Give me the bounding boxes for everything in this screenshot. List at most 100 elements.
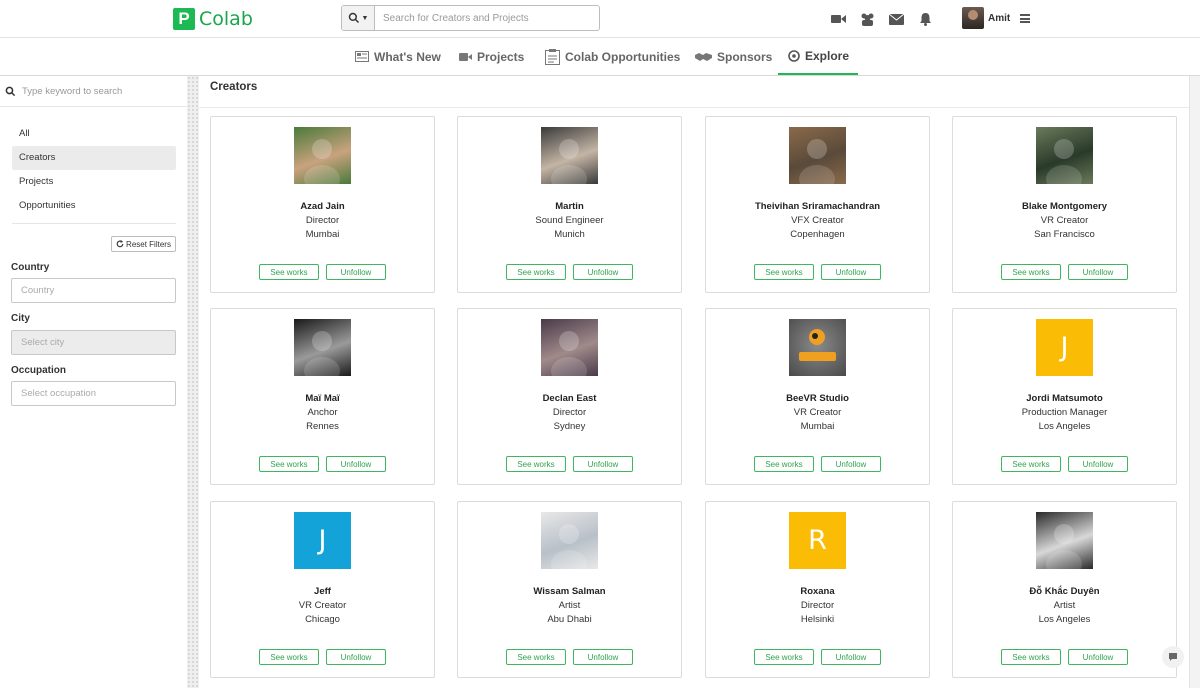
bell-icon[interactable] bbox=[918, 12, 933, 26]
creator-card[interactable]: Maï Maï Anchor Rennes See works Unfollow bbox=[210, 308, 435, 485]
occupation-select[interactable]: Select occupation bbox=[11, 381, 176, 406]
creator-card[interactable]: Martin Sound Engineer Munich See works Unfol… bbox=[457, 116, 682, 293]
creator-name[interactable]: BeeVR Studio bbox=[706, 393, 929, 404]
creator-card[interactable]: Declan East Director Sydney See works Unfoll… bbox=[457, 308, 682, 485]
creator-card[interactable]: Azad Jain Director Mumbai See works Unfollow bbox=[210, 116, 435, 293]
tab-whats-new[interactable]: What's New bbox=[355, 38, 441, 75]
creator-name[interactable]: Azad Jain bbox=[211, 201, 434, 212]
creator-card[interactable]: Blake Montgomery VR Creator San Francisco S… bbox=[952, 116, 1177, 293]
sidebar-item-all[interactable]: All bbox=[12, 122, 176, 146]
tab-colab-opportunities[interactable]: Colab Opportunities bbox=[545, 38, 680, 75]
divider bbox=[199, 107, 1189, 108]
creator-card[interactable]: BeeVR Studio VR Creator Mumbai See works Unf… bbox=[705, 308, 930, 485]
avatar-photo[interactable] bbox=[294, 127, 351, 184]
avatar-letter[interactable]: J bbox=[294, 512, 351, 569]
creator-city: Los Angeles bbox=[1038, 421, 1091, 432]
see-works-button[interactable]: See works bbox=[259, 649, 319, 665]
creator-city: Rennes bbox=[306, 421, 339, 432]
creator-name[interactable]: Martin bbox=[458, 201, 681, 212]
search-icon bbox=[348, 12, 359, 24]
avatar-photo[interactable] bbox=[294, 319, 351, 376]
scrollbar[interactable] bbox=[1189, 76, 1200, 688]
video-camera-icon[interactable] bbox=[831, 12, 846, 26]
see-works-button[interactable]: See works bbox=[1001, 456, 1061, 472]
logo-text: Colab bbox=[199, 8, 253, 30]
city-select[interactable]: Select city bbox=[11, 330, 176, 355]
tab-sponsors[interactable]: Sponsors bbox=[695, 38, 772, 75]
global-search-input[interactable] bbox=[375, 6, 599, 30]
envelope-icon[interactable] bbox=[888, 12, 905, 26]
see-works-button[interactable]: See works bbox=[754, 649, 814, 665]
creator-name[interactable]: Declan East bbox=[458, 393, 681, 404]
sidebar-item-projects[interactable]: Projects bbox=[12, 170, 176, 194]
sidebar-item-creators[interactable]: Creators bbox=[12, 146, 176, 170]
tab-explore[interactable]: Explore bbox=[778, 38, 858, 75]
avatar-photo[interactable] bbox=[541, 319, 598, 376]
tab-label: What's New bbox=[374, 49, 441, 64]
creator-name[interactable]: Theivihan Sriramachandran bbox=[706, 201, 929, 212]
see-works-button[interactable]: See works bbox=[1001, 264, 1061, 280]
creator-name[interactable]: Blake Montgomery bbox=[953, 201, 1176, 212]
unfollow-button[interactable]: Unfollow bbox=[821, 264, 881, 280]
search-scope-button[interactable]: ▼ bbox=[342, 6, 375, 30]
tab-projects[interactable]: Projects bbox=[459, 38, 524, 75]
unfollow-button[interactable]: Unfollow bbox=[821, 456, 881, 472]
sidebar-search bbox=[0, 76, 187, 107]
see-works-button[interactable]: See works bbox=[754, 456, 814, 472]
video-camera-icon bbox=[459, 52, 472, 61]
compass-icon bbox=[788, 49, 800, 62]
avatar-photo[interactable] bbox=[1036, 512, 1093, 569]
unfollow-button[interactable]: Unfollow bbox=[1068, 264, 1128, 280]
unfollow-button[interactable]: Unfollow bbox=[326, 264, 386, 280]
unfollow-button[interactable]: Unfollow bbox=[326, 649, 386, 665]
creator-card[interactable]: Theivihan Sriramachandran VFX Creator Cope… bbox=[705, 116, 930, 293]
unfollow-button[interactable]: Unfollow bbox=[573, 649, 633, 665]
creator-card[interactable]: Wissam Salman Artist Abu Dhabi See works Unf… bbox=[457, 501, 682, 678]
chat-icon bbox=[1169, 653, 1177, 661]
avatar-logo[interactable] bbox=[789, 319, 846, 376]
avatar-letter[interactable]: J bbox=[1036, 319, 1093, 376]
creator-name[interactable]: Jordi Matsumoto bbox=[953, 393, 1176, 404]
sidebar-search-input[interactable] bbox=[22, 85, 172, 97]
creator-card[interactable]: Đỗ Khắc Duyên Artist Los Angeles See works U… bbox=[952, 501, 1177, 678]
unfollow-button[interactable]: Unfollow bbox=[821, 649, 881, 665]
unfollow-button[interactable]: Unfollow bbox=[326, 456, 386, 472]
creator-card[interactable]: R Roxana Director Helsinki See works Unfollow bbox=[705, 501, 930, 678]
creator-name[interactable]: Jeff bbox=[211, 586, 434, 597]
reset-filters-button[interactable]: Reset Filters bbox=[111, 236, 176, 252]
users-icon[interactable] bbox=[860, 12, 875, 26]
see-works-button[interactable]: See works bbox=[506, 264, 566, 280]
unfollow-button[interactable]: Unfollow bbox=[573, 264, 633, 280]
colab-logo[interactable]: P Colab bbox=[173, 8, 253, 30]
menu-icon[interactable] bbox=[1020, 13, 1031, 23]
user-menu[interactable]: Amit bbox=[962, 7, 1031, 29]
country-field[interactable]: Country bbox=[11, 278, 176, 303]
avatar-photo[interactable] bbox=[789, 127, 846, 184]
unfollow-button[interactable]: Unfollow bbox=[1068, 649, 1128, 665]
avatar-letter[interactable]: R bbox=[789, 512, 846, 569]
avatar-photo[interactable] bbox=[541, 512, 598, 569]
see-works-button[interactable]: See works bbox=[259, 456, 319, 472]
creator-role: VR Creator bbox=[298, 600, 347, 611]
creator-role: Artist bbox=[558, 600, 581, 611]
see-works-button[interactable]: See works bbox=[259, 264, 319, 280]
creator-name[interactable]: Đỗ Khắc Duyên bbox=[953, 586, 1176, 597]
page-title: Creators bbox=[210, 81, 258, 93]
creator-name[interactable]: Roxana bbox=[706, 586, 929, 597]
unfollow-button[interactable]: Unfollow bbox=[573, 456, 633, 472]
unfollow-button[interactable]: Unfollow bbox=[1068, 456, 1128, 472]
creator-card[interactable]: J Jeff VR Creator Chicago See works Unfollow bbox=[210, 501, 435, 678]
avatar-photo[interactable] bbox=[1036, 127, 1093, 184]
avatar-photo[interactable] bbox=[541, 127, 598, 184]
see-works-button[interactable]: See works bbox=[1001, 649, 1061, 665]
see-works-button[interactable]: See works bbox=[506, 649, 566, 665]
user-name: Amit bbox=[988, 12, 1011, 24]
creator-name[interactable]: Wissam Salman bbox=[458, 586, 681, 597]
creator-name[interactable]: Maï Maï bbox=[211, 393, 434, 404]
see-works-button[interactable]: See works bbox=[754, 264, 814, 280]
chat-widget-button[interactable] bbox=[1162, 646, 1184, 668]
panel-gutter bbox=[187, 76, 199, 688]
creator-card[interactable]: J Jordi Matsumoto Production Manager Los An… bbox=[952, 308, 1177, 485]
sidebar-item-opportunities[interactable]: Opportunities bbox=[12, 194, 176, 218]
see-works-button[interactable]: See works bbox=[506, 456, 566, 472]
